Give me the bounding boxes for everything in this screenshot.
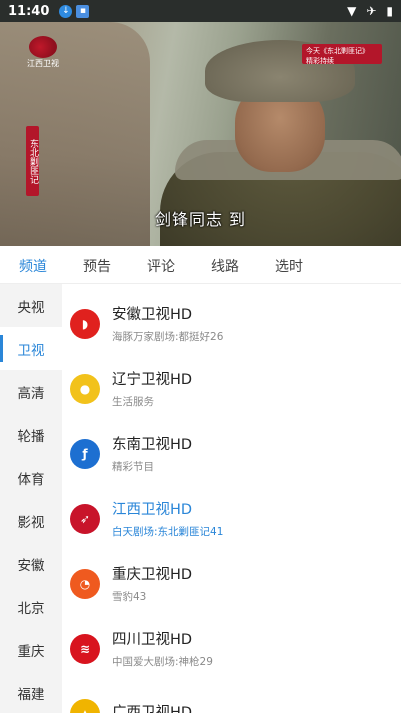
category-fujian[interactable]: 福建	[0, 671, 62, 714]
dongnan-tv-icon: ƒ	[70, 438, 100, 469]
status-time: 11:40	[8, 3, 50, 19]
anhui-tv-icon: ◗	[70, 308, 100, 339]
channel-list: ◗ 安徽卫视HD 海豚万家剧场:都挺好26 ● 辽宁卫视HD 生活服务 ƒ 东南…	[62, 284, 401, 713]
channel-name: 安徽卫视HD	[112, 307, 193, 323]
tab-bar: 频道 预告 评论 线路 选时	[0, 246, 401, 284]
category-sports[interactable]: 体育	[0, 456, 62, 499]
jiangxi-logo-icon	[29, 36, 57, 58]
tab-comments[interactable]: 评论	[147, 256, 175, 276]
channel-program: 白天剧场:东北剿匪记41	[112, 526, 224, 538]
channel-item[interactable]: ◗ 安徽卫视HD 海豚万家剧场:都挺好26	[62, 291, 401, 356]
chongqing-tv-icon: ◔	[70, 568, 100, 599]
channel-name: 四川卫视HD	[112, 632, 193, 648]
category-sidebar: 央视 卫视 高清 轮播 体育 影视 安徽 北京 重庆 福建	[0, 284, 62, 713]
tab-preview[interactable]: 预告	[83, 256, 111, 276]
channel-name: 辽宁卫视HD	[112, 372, 193, 388]
channel-item-selected[interactable]: ➶ 江西卫视HD 白天剧场:东北剿匪记41	[62, 486, 401, 551]
promo-banner: 今天《东北剿匪记》 精彩持续	[302, 44, 382, 65]
battery-icon: ▮	[386, 4, 393, 18]
channel-logo-watermark: 江西卫视	[26, 36, 60, 80]
channel-program: 雪豹43	[112, 591, 147, 603]
tab-time-select[interactable]: 选时	[275, 256, 303, 276]
channel-program: 生活服务	[112, 396, 154, 408]
download-icon: ↓	[59, 4, 73, 18]
channel-item[interactable]: ≋ 四川卫视HD 中国爱大剧场:神枪29	[62, 616, 401, 681]
channel-item[interactable]: ▲ 广西卫视HD	[62, 681, 401, 713]
watermark-text: 江西卫视	[27, 59, 59, 68]
wifi-icon: ▼	[347, 4, 357, 18]
liaoning-tv-icon: ●	[70, 373, 100, 404]
channel-program: 中国爱大剧场:神枪29	[112, 656, 213, 668]
category-anhui[interactable]: 安徽	[0, 542, 62, 585]
status-bar: 11:40 ↓ ▪ ▼ ✈ ▮	[0, 0, 401, 22]
channel-program: 精彩节目	[112, 461, 154, 473]
sichuan-tv-icon: ≋	[70, 633, 100, 664]
category-rotation[interactable]: 轮播	[0, 413, 62, 456]
category-satellite[interactable]: 卫视	[0, 327, 62, 370]
guangxi-tv-icon: ▲	[70, 698, 100, 713]
channel-program: 海豚万家剧场:都挺好26	[112, 331, 224, 343]
category-cctv[interactable]: 央视	[0, 284, 62, 327]
channel-name: 广西卫视HD	[112, 704, 193, 714]
tab-lines[interactable]: 线路	[211, 256, 239, 276]
category-movies[interactable]: 影视	[0, 499, 62, 542]
channel-item[interactable]: ƒ 东南卫视HD 精彩节目	[62, 421, 401, 486]
channel-item[interactable]: ● 辽宁卫视HD 生活服务	[62, 356, 401, 421]
program-side-tag: 东北剿匪记	[26, 126, 39, 196]
category-chongqing[interactable]: 重庆	[0, 628, 62, 671]
channel-item[interactable]: ◔ 重庆卫视HD 雪豹43	[62, 551, 401, 616]
video-player[interactable]: 江西卫视 东北剿匪记 今天《东北剿匪记》 精彩持续 剑锋同志 到	[0, 22, 401, 246]
tab-channels[interactable]: 频道	[19, 256, 47, 276]
channel-name: 重庆卫视HD	[112, 567, 193, 583]
channel-name: 江西卫视HD	[112, 502, 193, 518]
channel-name: 东南卫视HD	[112, 437, 193, 453]
app-notification-icon: ▪	[76, 4, 90, 18]
category-hd[interactable]: 高清	[0, 370, 62, 413]
jiangxi-tv-icon: ➶	[70, 503, 100, 534]
category-beijing[interactable]: 北京	[0, 585, 62, 628]
video-subtitle: 剑锋同志 到	[154, 210, 247, 229]
airplane-mode-icon: ✈	[366, 4, 377, 18]
